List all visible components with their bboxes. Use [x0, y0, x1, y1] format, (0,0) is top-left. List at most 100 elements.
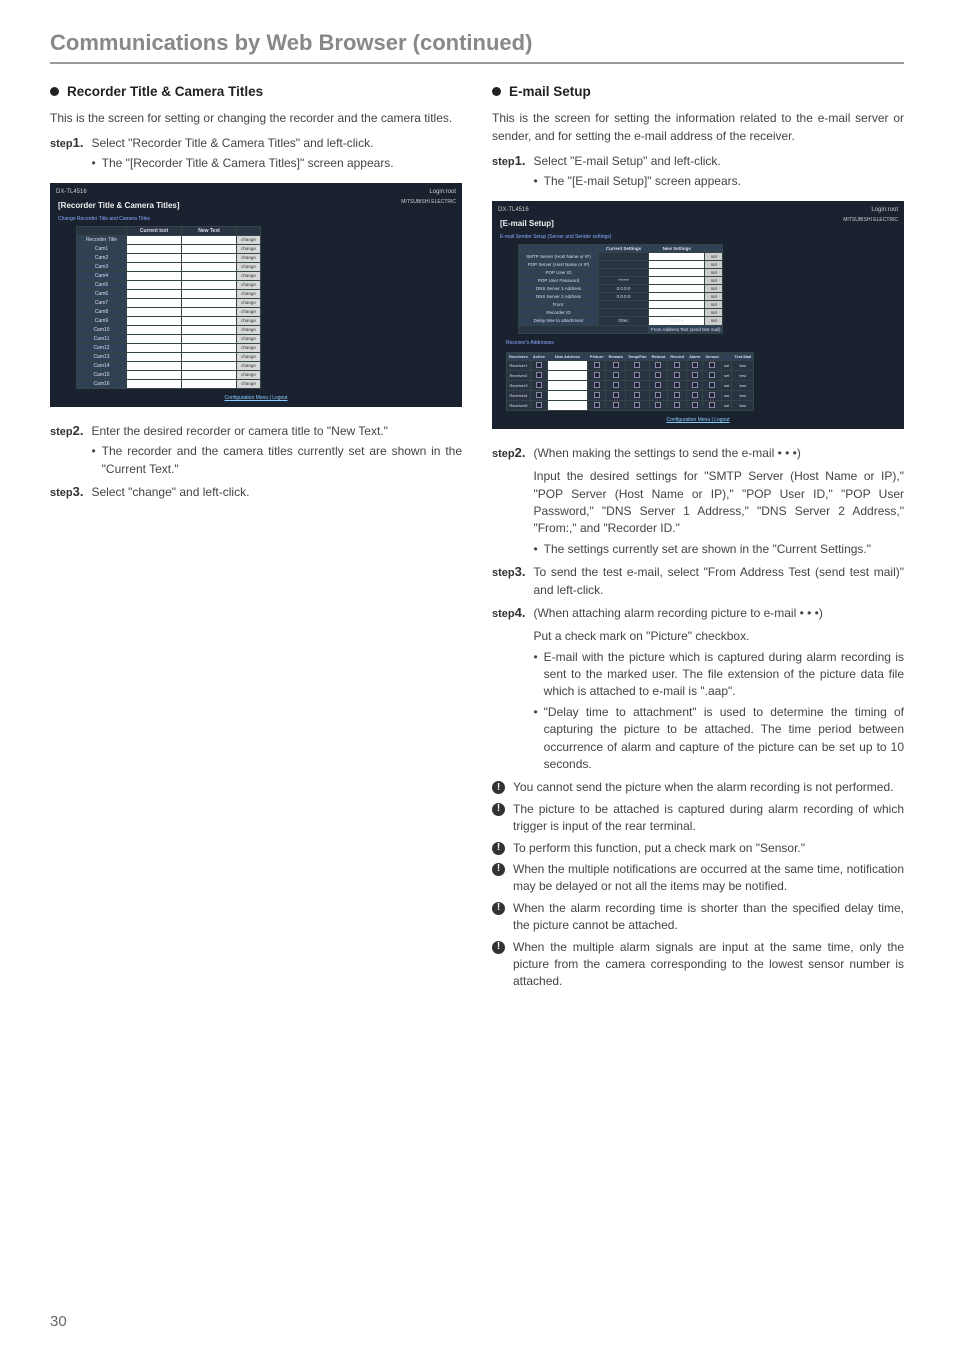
- mockup-footer-links[interactable]: Configuration Menu | Logout: [666, 417, 729, 423]
- set-button[interactable]: set: [722, 390, 732, 400]
- option-checkbox[interactable]: [587, 360, 606, 370]
- option-checkbox[interactable]: [606, 390, 625, 400]
- new-setting-input[interactable]: [649, 308, 705, 316]
- address-input[interactable]: [547, 400, 587, 410]
- change-button[interactable]: change: [237, 280, 261, 289]
- option-checkbox[interactable]: [668, 390, 687, 400]
- new-text-input[interactable]: [182, 343, 237, 352]
- set-button[interactable]: set: [705, 300, 723, 308]
- active-checkbox[interactable]: [530, 390, 547, 400]
- test-button[interactable]: test: [732, 400, 754, 410]
- change-button[interactable]: change: [237, 343, 261, 352]
- option-checkbox[interactable]: [687, 370, 703, 380]
- option-checkbox[interactable]: [625, 360, 649, 370]
- change-button[interactable]: change: [237, 235, 261, 244]
- new-text-input[interactable]: [182, 352, 237, 361]
- option-checkbox[interactable]: [606, 370, 625, 380]
- option-checkbox[interactable]: [687, 400, 703, 410]
- change-button[interactable]: change: [237, 370, 261, 379]
- address-input[interactable]: [547, 370, 587, 380]
- option-checkbox[interactable]: [703, 390, 722, 400]
- option-checkbox[interactable]: [625, 370, 649, 380]
- option-checkbox[interactable]: [703, 380, 722, 390]
- set-button[interactable]: set: [705, 316, 723, 325]
- option-checkbox[interactable]: [687, 380, 703, 390]
- option-checkbox[interactable]: [606, 400, 625, 410]
- option-checkbox[interactable]: [687, 360, 703, 370]
- new-text-input[interactable]: [182, 334, 237, 343]
- new-setting-input[interactable]: [649, 284, 705, 292]
- new-text-input[interactable]: [182, 379, 237, 388]
- option-checkbox[interactable]: [649, 380, 668, 390]
- option-checkbox[interactable]: [687, 390, 703, 400]
- new-setting-input[interactable]: [649, 276, 705, 284]
- mockup-footer-links[interactable]: Configuration Menu | Logout: [224, 395, 287, 401]
- change-button[interactable]: change: [237, 289, 261, 298]
- option-checkbox[interactable]: [587, 390, 606, 400]
- change-button[interactable]: change: [237, 316, 261, 325]
- new-text-input[interactable]: [182, 235, 237, 244]
- active-checkbox[interactable]: [530, 370, 547, 380]
- option-checkbox[interactable]: [625, 390, 649, 400]
- test-button[interactable]: test: [732, 380, 754, 390]
- option-checkbox[interactable]: [649, 390, 668, 400]
- set-button[interactable]: set: [705, 268, 723, 276]
- test-button[interactable]: test: [732, 390, 754, 400]
- option-checkbox[interactable]: [668, 380, 687, 390]
- test-button[interactable]: test: [732, 360, 754, 370]
- set-button[interactable]: set: [722, 380, 732, 390]
- option-checkbox[interactable]: [649, 400, 668, 410]
- active-checkbox[interactable]: [530, 360, 547, 370]
- option-checkbox[interactable]: [625, 400, 649, 410]
- new-text-input[interactable]: [182, 280, 237, 289]
- change-button[interactable]: change: [237, 361, 261, 370]
- option-checkbox[interactable]: [703, 400, 722, 410]
- address-input[interactable]: [547, 390, 587, 400]
- new-text-input[interactable]: [182, 262, 237, 271]
- set-button[interactable]: set: [705, 252, 723, 260]
- option-checkbox[interactable]: [649, 360, 668, 370]
- option-checkbox[interactable]: [606, 360, 625, 370]
- option-checkbox[interactable]: [606, 380, 625, 390]
- change-button[interactable]: change: [237, 298, 261, 307]
- set-button[interactable]: set: [705, 276, 723, 284]
- option-checkbox[interactable]: [625, 380, 649, 390]
- new-text-input[interactable]: [182, 325, 237, 334]
- option-checkbox[interactable]: [587, 370, 606, 380]
- option-checkbox[interactable]: [649, 370, 668, 380]
- set-button[interactable]: set: [722, 360, 732, 370]
- option-checkbox[interactable]: [668, 360, 687, 370]
- new-text-input[interactable]: [182, 271, 237, 280]
- test-button[interactable]: test: [732, 370, 754, 380]
- change-button[interactable]: change: [237, 352, 261, 361]
- new-setting-input[interactable]: 0Sec ▾: [649, 316, 705, 325]
- active-checkbox[interactable]: [530, 400, 547, 410]
- set-button[interactable]: set: [705, 284, 723, 292]
- set-button[interactable]: set: [722, 400, 732, 410]
- test-mail-row[interactable]: From Address Test (send test mail): [649, 325, 723, 333]
- new-setting-input[interactable]: [649, 300, 705, 308]
- change-button[interactable]: change: [237, 262, 261, 271]
- option-checkbox[interactable]: [587, 380, 606, 390]
- option-checkbox[interactable]: [587, 400, 606, 410]
- option-checkbox[interactable]: [703, 360, 722, 370]
- change-button[interactable]: change: [237, 379, 261, 388]
- new-text-input[interactable]: [182, 370, 237, 379]
- new-text-input[interactable]: [182, 316, 237, 325]
- address-input[interactable]: [547, 360, 587, 370]
- set-button[interactable]: set: [705, 260, 723, 268]
- change-button[interactable]: change: [237, 334, 261, 343]
- active-checkbox[interactable]: [530, 380, 547, 390]
- change-button[interactable]: change: [237, 253, 261, 262]
- new-setting-input[interactable]: [649, 252, 705, 260]
- change-button[interactable]: change: [237, 325, 261, 334]
- set-button[interactable]: set: [722, 370, 732, 380]
- change-button[interactable]: change: [237, 307, 261, 316]
- new-text-input[interactable]: [182, 298, 237, 307]
- change-button[interactable]: change: [237, 271, 261, 280]
- new-text-input[interactable]: [182, 307, 237, 316]
- new-text-input[interactable]: [182, 289, 237, 298]
- address-input[interactable]: [547, 380, 587, 390]
- new-setting-input[interactable]: [649, 260, 705, 268]
- new-text-input[interactable]: [182, 361, 237, 370]
